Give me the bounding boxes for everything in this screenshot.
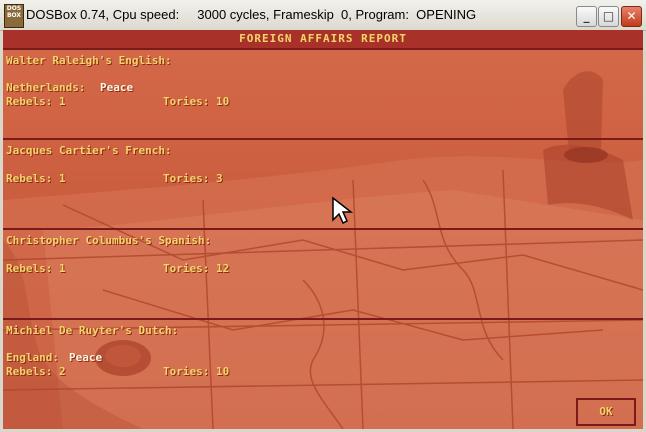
tories-french: Tories: 3 bbox=[163, 172, 223, 185]
rebels-english: Rebels: 1 bbox=[6, 95, 66, 108]
nation-name-spanish: Christopher Columbus's Spanish: bbox=[6, 234, 212, 247]
tories-spanish: Tories: 12 bbox=[163, 262, 230, 275]
minimize-button[interactable]: _ bbox=[576, 6, 597, 27]
dosbox-window: DOS BOX DOSBox 0.74, Cpu speed: 3000 cyc… bbox=[0, 0, 646, 432]
game-screen[interactable]: FOREIGN AFFAIRS REPORT Walter Raleigh's … bbox=[3, 30, 643, 429]
nation-name-dutch: Michiel De Ruyter's Dutch: bbox=[6, 324, 179, 337]
relation-status-english: Peace bbox=[100, 81, 134, 94]
tories-dutch: Tories: 10 bbox=[163, 365, 230, 378]
divider bbox=[3, 48, 643, 50]
relation-country-dutch: England: bbox=[6, 351, 59, 364]
relation-country-english: Netherlands: bbox=[6, 81, 86, 94]
close-button[interactable]: ✕ bbox=[621, 6, 642, 27]
dosbox-app-icon[interactable]: DOS BOX bbox=[4, 4, 24, 28]
divider bbox=[3, 138, 643, 140]
rebels-dutch: Rebels: 2 bbox=[6, 365, 66, 378]
rebels-french: Rebels: 1 bbox=[6, 172, 66, 185]
nation-name-french: Jacques Cartier's French: bbox=[6, 144, 172, 157]
relation-status-dutch: Peace bbox=[69, 351, 103, 364]
nation-name-english: Walter Raleigh's English: bbox=[6, 54, 172, 67]
rebels-spanish: Rebels: 1 bbox=[6, 262, 66, 275]
report-header: FOREIGN AFFAIRS REPORT bbox=[3, 30, 643, 48]
divider bbox=[3, 318, 643, 320]
window-title: DOSBox 0.74, Cpu speed: 3000 cycles, Fra… bbox=[26, 7, 477, 22]
maximize-button[interactable]: □ bbox=[598, 6, 619, 27]
divider bbox=[3, 228, 643, 230]
mouse-pointer-icon bbox=[332, 196, 353, 225]
title-bar[interactable]: DOS BOX DOSBox 0.74, Cpu speed: 3000 cyc… bbox=[0, 0, 646, 31]
tories-english: Tories: 10 bbox=[163, 95, 230, 108]
ok-button[interactable]: OK bbox=[576, 398, 636, 426]
